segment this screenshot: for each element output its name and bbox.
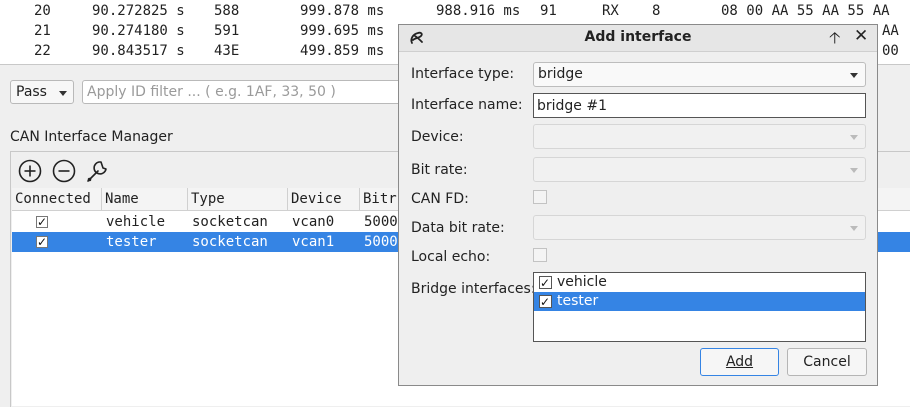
list-item[interactable]: tester bbox=[534, 292, 865, 311]
trace-data: 00 bbox=[882, 43, 899, 59]
bit-rate-label: Bit rate: bbox=[411, 162, 468, 178]
wrench-icon bbox=[87, 161, 107, 182]
interface-device: vcan0 bbox=[292, 214, 335, 230]
interface-type-value: bridge bbox=[538, 66, 583, 82]
bridge-item-label: tester bbox=[557, 293, 599, 309]
add-interface-button[interactable] bbox=[17, 158, 43, 184]
trace-data: AA bbox=[882, 23, 899, 39]
trace-time: 90.272825 s bbox=[92, 3, 185, 19]
bit-rate-select[interactable] bbox=[533, 157, 866, 182]
minus-circle-icon bbox=[52, 159, 76, 183]
trace-tag: 91 bbox=[540, 3, 557, 19]
trace-period: 999.695 ms bbox=[300, 23, 385, 39]
local-echo-label: Local echo: bbox=[411, 249, 491, 265]
remove-interface-button[interactable] bbox=[51, 158, 77, 184]
data-bit-rate-label: Data bit rate: bbox=[411, 220, 505, 236]
trace-id: 43E bbox=[214, 43, 240, 59]
bridge-item-label: vehicle bbox=[557, 274, 607, 290]
trace-id: 588 bbox=[214, 3, 240, 19]
trace-id: 591 bbox=[214, 23, 240, 39]
trace-index: 22 bbox=[34, 43, 51, 59]
column-header-name[interactable]: Name bbox=[102, 188, 188, 210]
bridge-interfaces-label: Bridge interfaces: bbox=[411, 281, 536, 297]
device-select[interactable] bbox=[533, 124, 866, 149]
interface-bitrate: 5000 bbox=[364, 234, 398, 250]
dialog-title: Add interface bbox=[584, 29, 692, 45]
interface-type-select[interactable]: bridge bbox=[533, 62, 866, 87]
plus-circle-icon bbox=[18, 159, 42, 183]
section-title: CAN Interface Manager bbox=[10, 129, 173, 145]
maximize-icon[interactable]: 🡡 bbox=[829, 27, 841, 54]
interface-device: vcan1 bbox=[292, 234, 335, 250]
bridge-interfaces-list[interactable]: vehicle tester bbox=[533, 272, 866, 342]
data-bit-rate-select[interactable] bbox=[533, 215, 866, 240]
column-header-device[interactable]: Device bbox=[288, 188, 360, 210]
trace-data: 08 00 AA 55 AA 55 AA bbox=[721, 3, 890, 19]
chevron-down-icon bbox=[850, 135, 858, 140]
trace-time: 90.843517 s bbox=[92, 43, 185, 59]
trace-time: 90.274180 s bbox=[92, 23, 185, 39]
trace-direction: RX bbox=[602, 3, 619, 19]
cancel-button[interactable]: Cancel bbox=[787, 348, 867, 376]
trace-dlc: 8 bbox=[652, 3, 661, 19]
dialog-titlebar[interactable]: Add interface 🡡 ✕ bbox=[399, 25, 877, 52]
list-item[interactable]: vehicle bbox=[534, 273, 865, 292]
connected-checkbox[interactable] bbox=[36, 233, 48, 251]
interface-type: socketcan bbox=[192, 214, 268, 230]
interface-type: socketcan bbox=[192, 234, 268, 250]
chevron-down-icon bbox=[59, 91, 67, 96]
bridge-checkbox[interactable] bbox=[539, 274, 552, 292]
local-echo-checkbox[interactable] bbox=[533, 248, 547, 262]
close-icon[interactable]: ✕ bbox=[854, 26, 868, 46]
interface-bitrate: 5000 bbox=[364, 214, 398, 230]
trace-period: 499.859 ms bbox=[300, 43, 385, 59]
trace-period: 999.878 ms bbox=[300, 3, 385, 19]
chevron-down-icon bbox=[850, 73, 858, 78]
trace-index: 20 bbox=[34, 3, 51, 19]
can-fd-label: CAN FD: bbox=[411, 191, 469, 207]
interface-name: tester bbox=[106, 234, 157, 250]
bridge-checkbox[interactable] bbox=[539, 293, 552, 311]
column-header-type[interactable]: Type bbox=[188, 188, 288, 210]
connected-checkbox[interactable] bbox=[36, 213, 48, 231]
trace-index: 21 bbox=[34, 23, 51, 39]
filter-mode-select[interactable]: Pass bbox=[10, 80, 74, 104]
add-button-label: Add bbox=[725, 354, 754, 370]
filter-mode-value: Pass bbox=[16, 84, 47, 100]
interface-name-label: Interface name: bbox=[411, 97, 523, 113]
device-label: Device: bbox=[411, 129, 464, 145]
id-filter-input[interactable] bbox=[82, 80, 412, 104]
trace-row[interactable]: 20 90.272825 s 588 999.878 ms 988.916 ms… bbox=[0, 1, 910, 21]
configure-interface-button[interactable] bbox=[84, 158, 110, 184]
interface-type-label: Interface type: bbox=[411, 66, 515, 82]
can-fd-checkbox[interactable] bbox=[533, 190, 547, 204]
add-interface-dialog: Add interface 🡡 ✕ Interface type: bridge… bbox=[398, 24, 878, 386]
trace-delta: 988.916 ms bbox=[436, 3, 521, 19]
interface-name: vehicle bbox=[106, 214, 166, 230]
add-button[interactable]: Add bbox=[700, 348, 779, 376]
chevron-down-icon bbox=[850, 226, 858, 231]
column-header-connected[interactable]: Connected bbox=[12, 188, 102, 210]
chevron-down-icon bbox=[850, 168, 858, 173]
interface-name-input[interactable] bbox=[533, 93, 866, 118]
